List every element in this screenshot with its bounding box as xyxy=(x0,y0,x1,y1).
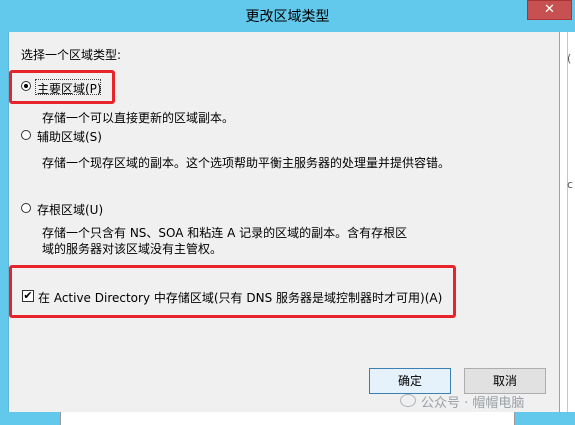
window-title: 更改区域类型 xyxy=(245,9,330,25)
radio-stub-zone[interactable] xyxy=(21,203,31,213)
primary-zone-description: 存储一个可以直接更新的区域副本。 xyxy=(42,111,235,125)
secondary-zone-description: 存储一个现存区域的副本。这个选项帮助平衡主服务器的处理量并提供容错。 xyxy=(42,156,451,170)
background-window-bottom xyxy=(60,412,515,425)
background-glyph: c xyxy=(567,178,574,191)
background-divider xyxy=(567,32,568,425)
background-window-strip xyxy=(561,32,575,425)
stub-zone-label[interactable]: 存根区域(U) xyxy=(37,201,103,218)
close-icon: ✕ xyxy=(544,2,555,17)
background-glyph: ( xyxy=(567,52,572,65)
close-button[interactable]: ✕ xyxy=(527,0,572,20)
cancel-button[interactable]: 取消 xyxy=(464,368,546,394)
stub-zone-description-line1: 存储一个只含有 NS、SOA 和粘连 A 记录的区域的副本。含有存根区 xyxy=(42,226,408,240)
window-frame-left xyxy=(0,32,8,412)
ad-storage-checkbox[interactable]: ✔ xyxy=(22,290,34,302)
radio-secondary-zone[interactable] xyxy=(21,130,31,140)
wechat-icon xyxy=(400,394,416,407)
ad-storage-label[interactable]: 在 Active Directory 中存储区域(只有 DNS 服务器是域控制器… xyxy=(38,289,442,306)
stub-zone-description-line2: 域的服务器对该区域没有主管权。 xyxy=(42,242,223,256)
zone-type-prompt: 选择一个区域类型: xyxy=(21,48,122,62)
radio-primary-zone[interactable] xyxy=(21,81,31,91)
primary-zone-label[interactable]: 主要区域(P) xyxy=(37,80,102,97)
secondary-zone-label[interactable]: 辅助区域(S) xyxy=(37,128,102,145)
ok-button[interactable]: 确定 xyxy=(369,368,451,394)
watermark-text: 公众号 · 帽帽电脑 xyxy=(421,396,525,411)
